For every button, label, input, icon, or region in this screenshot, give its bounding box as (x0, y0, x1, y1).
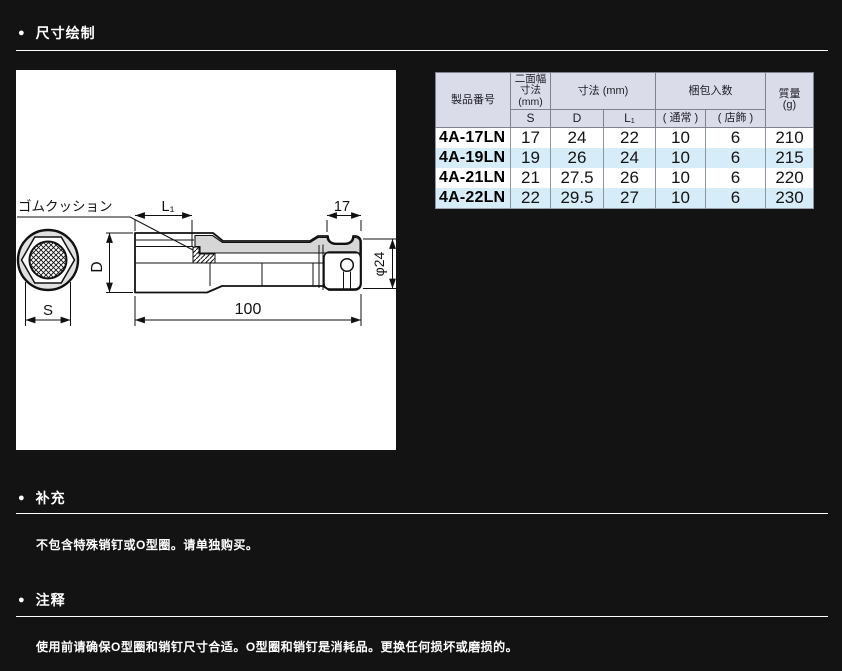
cell-l1: 22 (604, 128, 656, 149)
cell-s: 17 (511, 128, 551, 149)
cell-d: 27.5 (551, 168, 604, 188)
cell-l1: 27 (604, 188, 656, 209)
divider (16, 50, 828, 51)
l1-label: L₁ (162, 199, 175, 215)
s-dimension-label: S (43, 302, 53, 319)
supplement-text: 不包含特殊销钉或O型圈。请单独购买。 (36, 536, 258, 553)
drive-len-extension-lines (327, 220, 361, 232)
weight-line2: (g) (766, 100, 813, 112)
col-header-pack-normal: ( 通常 ) (656, 110, 706, 128)
cell-weight: 210 (766, 128, 814, 149)
cell-pack-normal: 10 (656, 128, 706, 149)
cell-product: 4A-17LN (436, 128, 511, 149)
cell-weight: 230 (766, 188, 814, 209)
spec-table: 製品番号 二面幅 寸法 (mm) 寸法 (mm) 梱包入数 質量 (g) S D… (435, 72, 814, 209)
cell-l1: 24 (604, 148, 656, 168)
d-extension-lines (106, 233, 133, 293)
socket-side-view (135, 233, 361, 293)
cell-pack-display: 6 (706, 188, 766, 209)
section-header-notes: ● 注释 (18, 590, 66, 610)
cell-d: 29.5 (551, 188, 604, 209)
divider (16, 616, 828, 617)
table-row: 4A-17LN 17 24 22 10 6 210 (436, 128, 814, 149)
crosshatched-bore (30, 242, 67, 279)
cell-product: 4A-19LN (436, 148, 511, 168)
table-row: 4A-19LN 19 26 24 10 6 215 (436, 148, 814, 168)
cell-l1: 26 (604, 168, 656, 188)
cell-d: 24 (551, 128, 604, 149)
col-header-pack-display: ( 店飾 ) (706, 110, 766, 128)
col-header-pack-qty: 梱包入数 (656, 73, 766, 110)
cell-d: 26 (551, 148, 604, 168)
drive-len-label: 17 (334, 199, 350, 215)
cell-pack-display: 6 (706, 128, 766, 149)
table-row: 4A-21LN 21 27.5 26 10 6 220 (436, 168, 814, 188)
total-len-label: 100 (235, 301, 262, 318)
col-header-s: S (511, 110, 551, 128)
cell-pack-display: 6 (706, 148, 766, 168)
notes-text: 使用前请确保O型圈和销钉尺寸合适。O型圈和销钉是消耗品。更换任何损坏或磨损的。 (36, 638, 518, 655)
cell-pack-normal: 10 (656, 148, 706, 168)
section-title-notes: 注释 (36, 590, 66, 610)
cell-pack-normal: 10 (656, 168, 706, 188)
dimension-drawing-panel: S (16, 70, 396, 450)
cell-weight: 220 (766, 168, 814, 188)
col-header-d: D (551, 110, 604, 128)
bullet-icon: ● (18, 28, 25, 39)
bullet-icon: ● (18, 493, 25, 504)
col-header-l1: L₁ (604, 110, 656, 128)
table-row: 4A-22LN 22 29.5 27 10 6 230 (436, 188, 814, 209)
cell-pack-normal: 10 (656, 188, 706, 209)
bullet-icon: ● (18, 595, 25, 606)
cell-weight: 215 (766, 148, 814, 168)
phi24-label: φ24 (371, 251, 387, 276)
socket-end-view: S (18, 230, 78, 326)
col-header-weight: 質量 (g) (766, 73, 814, 128)
pin-hole (341, 259, 354, 272)
divider (16, 513, 828, 514)
section-header-supplement: ● 补充 (18, 488, 66, 508)
section-title-dimensions: 尺寸绘制 (36, 23, 96, 43)
section-header-dimensions: ● 尺寸绘制 (18, 23, 96, 43)
d-label: D (89, 261, 106, 272)
cell-product: 4A-22LN (436, 188, 511, 209)
cushion-label: ゴムクッション (18, 198, 113, 214)
socket-technical-drawing: S (16, 70, 396, 450)
col-header-width-across-flats: 二面幅 寸法 (mm) (511, 73, 551, 110)
cell-s: 19 (511, 148, 551, 168)
waf-line3: (mm) (511, 97, 550, 109)
section-title-supplement: 补充 (36, 488, 66, 508)
cell-pack-display: 6 (706, 168, 766, 188)
cell-s: 21 (511, 168, 551, 188)
col-header-product: 製品番号 (436, 73, 511, 128)
cell-s: 22 (511, 188, 551, 209)
col-header-dimensions: 寸法 (mm) (551, 73, 656, 110)
cell-product: 4A-21LN (436, 168, 511, 188)
